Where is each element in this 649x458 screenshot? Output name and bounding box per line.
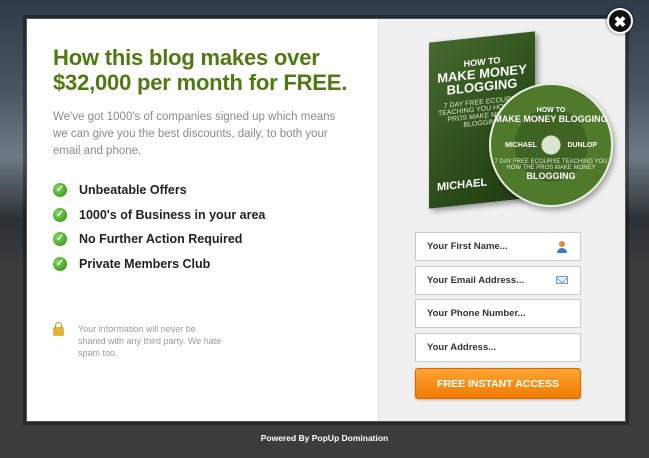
popup-modal: How this blog makes over $32,000 per mon…: [26, 18, 626, 422]
address-field-wrapper: [415, 332, 581, 362]
checkmark-icon: ✓: [53, 256, 67, 271]
address-input[interactable]: [416, 333, 557, 361]
disc-author-first: MICHAEL: [505, 142, 537, 149]
email-field-wrapper: [415, 265, 581, 295]
feature-item: ✓ No Further Action Required: [53, 227, 352, 252]
privacy-text: Your information will never be shared wi…: [78, 324, 222, 358]
privacy-notice: Your information will never be shared wi…: [53, 322, 223, 359]
feature-item: ✓ Unbeatable Offers: [53, 178, 352, 203]
email-input[interactable]: [416, 266, 557, 294]
feature-item: ✓ 1000's of Business in your area: [53, 203, 352, 228]
popup-right-panel: HOW TO MAKE MONEY BLOGGING 7 DAY FREE EC…: [378, 19, 625, 421]
disc-bottom-title: BLOGGING: [526, 171, 576, 181]
lock-icon: [53, 322, 64, 336]
phone-input[interactable]: [416, 300, 557, 327]
feature-label: No Further Action Required: [79, 232, 243, 247]
feature-label: Unbeatable Offers: [79, 183, 187, 198]
disc-title-small: HOW TO: [536, 107, 566, 114]
dvd-disc: HOW TO MAKE MONEY BLOGGING MICHAEL DUNLO…: [489, 83, 613, 207]
disc-title-main: MAKE MONEY BLOGGING: [494, 114, 608, 124]
user-icon: [557, 241, 567, 253]
popup-subtext: We've got 1000's of companies signed up …: [53, 111, 336, 157]
checkmark-icon: ✓: [53, 183, 67, 198]
dvd-author: MICHAEL: [437, 176, 488, 194]
first-name-field-wrapper: [415, 232, 581, 261]
feature-label: 1000's of Business in your area: [79, 207, 266, 222]
phone-field-wrapper: [415, 299, 581, 328]
feature-label: Private Members Club: [79, 256, 211, 271]
disc-tagline: 7 DAY FREE ECOURSE TEACHING YOU HOW THE …: [494, 159, 608, 171]
feature-list: ✓ Unbeatable Offers ✓ 1000's of Business…: [53, 178, 352, 276]
disc-author: MICHAEL DUNLOP: [491, 142, 611, 149]
signup-form: FREE INSTANT ACCESS: [415, 232, 581, 399]
free-instant-access-button[interactable]: FREE INSTANT ACCESS: [415, 368, 581, 399]
disc-author-last: DUNLOP: [567, 142, 597, 149]
powered-by-footer: Powered By PopUp Domination: [260, 433, 389, 443]
popup-headline: How this blog makes over $32,000 per mon…: [53, 45, 348, 95]
popup-left-panel: How this blog makes over $32,000 per mon…: [27, 19, 378, 421]
close-icon[interactable]: ✖: [607, 8, 633, 34]
checkmark-icon: ✓: [53, 232, 67, 247]
feature-item: ✓ Private Members Club: [53, 252, 352, 277]
product-image: HOW TO MAKE MONEY BLOGGING 7 DAY FREE EC…: [419, 31, 613, 217]
checkmark-icon: ✓: [53, 207, 67, 222]
envelope-icon: [556, 275, 568, 284]
first-name-input[interactable]: [416, 233, 557, 260]
